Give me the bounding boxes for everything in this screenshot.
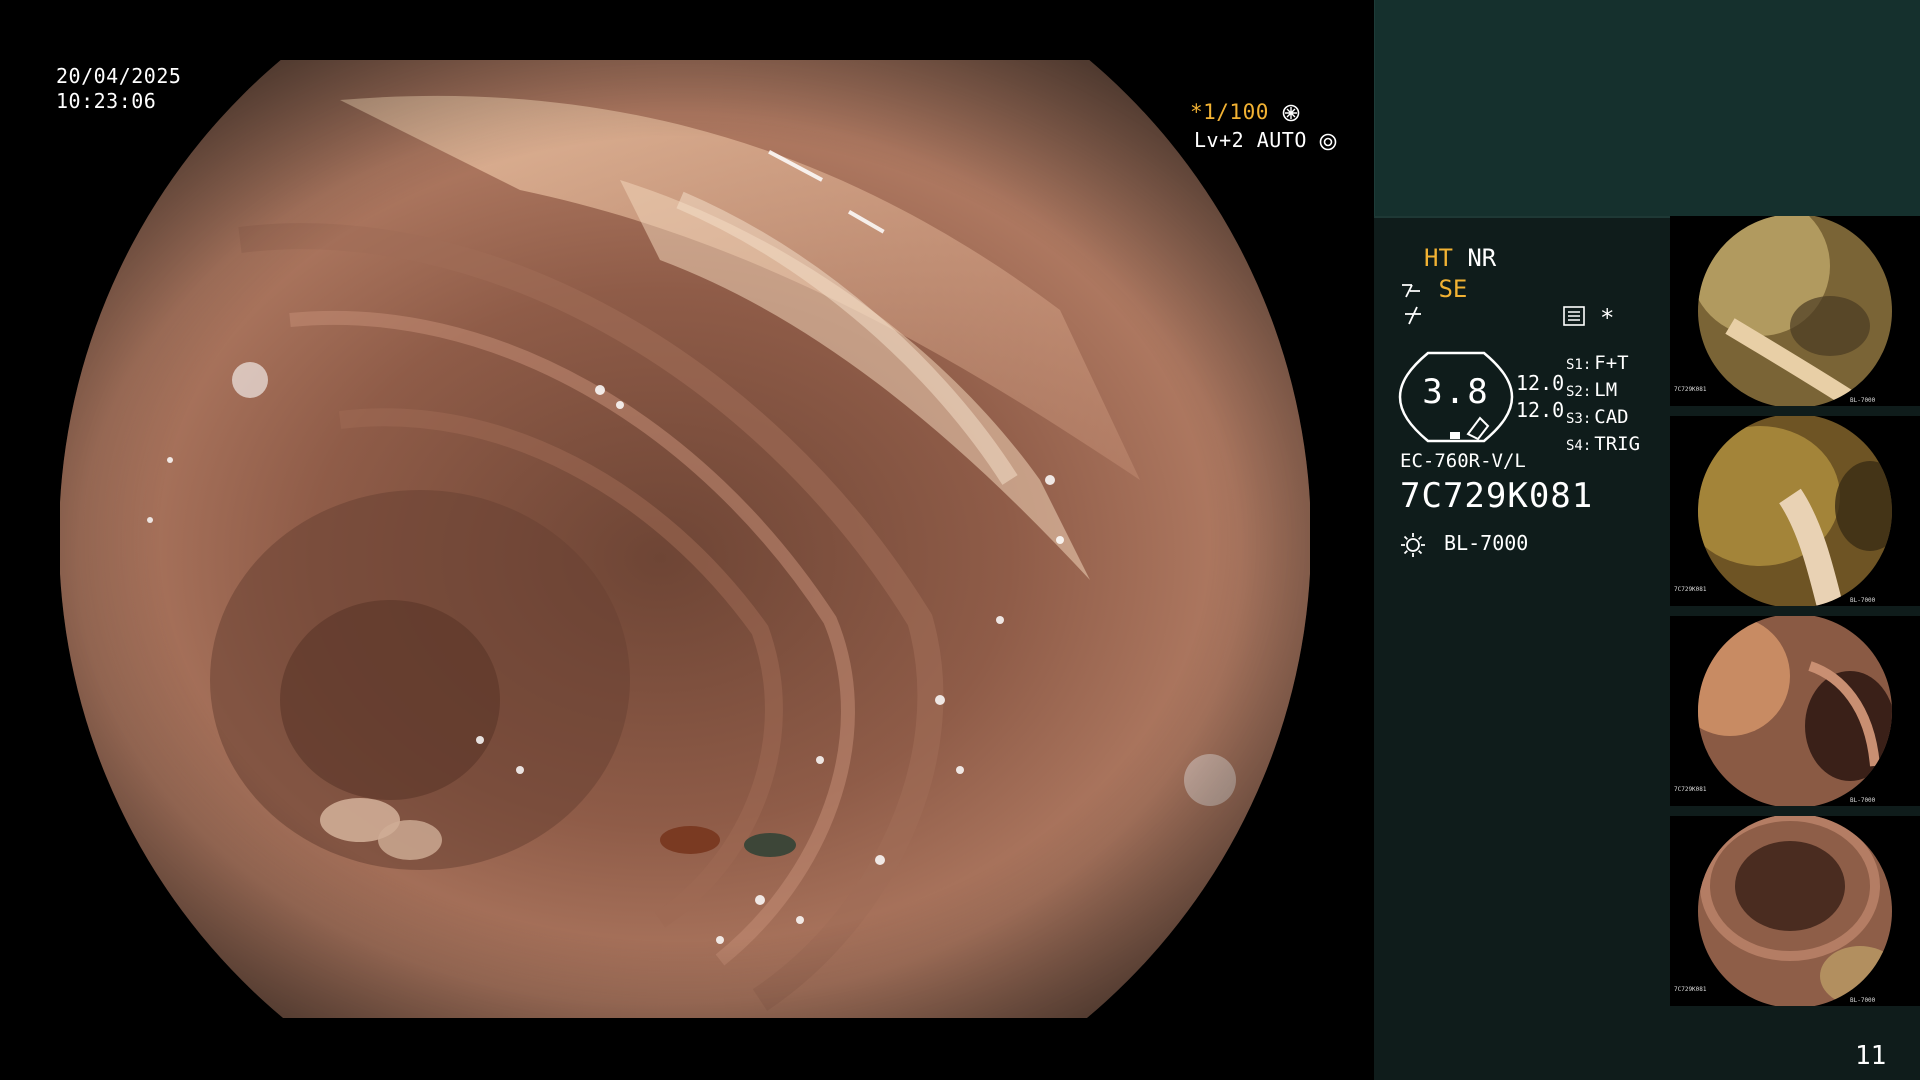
structure-enhance-icon — [1402, 284, 1420, 298]
thumbnail-3[interactable]: 7C729K081 BL-7000 — [1670, 616, 1920, 806]
menu-icon — [1563, 306, 1585, 326]
info-panel-header — [1374, 0, 1920, 216]
se-label: SE — [1438, 275, 1468, 303]
thumbnail-light: BL-7000 — [1850, 597, 1876, 604]
page-number: 11 — [1855, 1041, 1887, 1071]
se-status: SE — [1400, 275, 1467, 303]
switch-slot: S1: F+T — [1566, 352, 1629, 374]
switch-slot: S2: LM — [1566, 379, 1618, 401]
switch-slot: S3: CAD — [1566, 406, 1629, 428]
switch-assignments: S1: F+T S2: LM S3: CAD S4: TRIG — [1566, 351, 1640, 459]
date-time-readout: 20/04/2025 10:23:06 — [56, 64, 181, 114]
colon-lumen-image — [60, 60, 1310, 1018]
endoscope-live-view — [60, 60, 1310, 1018]
thumbnail-serial: 7C729K081 — [1674, 786, 1707, 793]
light-source: BL-7000 — [1400, 531, 1528, 558]
star-indicator: * — [1600, 304, 1615, 332]
switch-slot: S4: TRIG — [1566, 433, 1641, 455]
shutter-text: *1/100 — [1190, 100, 1269, 124]
ht-nr-status: HT NR — [1424, 244, 1496, 272]
ratio-values: 12.0 12.0 — [1516, 370, 1564, 424]
date-text: 20/04/2025 — [56, 64, 182, 88]
thumbnail-light: BL-7000 — [1850, 997, 1876, 1004]
thumbnail-light: BL-7000 — [1850, 797, 1876, 804]
thumbnail-2[interactable]: 7C729K081 BL-7000 — [1670, 416, 1920, 606]
ratio-value-2: 12.0 — [1516, 398, 1565, 422]
menu-indicator — [1563, 306, 1585, 330]
freeze-status — [1402, 304, 1424, 330]
thumbnail-1[interactable]: 7C729K081 BL-7000 — [1670, 216, 1920, 406]
endoscopy-screen: 20/04/2025 10:23:06 *1/100 Lv+2 AUTO HT … — [0, 0, 1920, 1080]
auto-iris-icon — [1320, 133, 1337, 150]
thumbnail-serial: 7C729K081 — [1674, 986, 1707, 993]
thumbnail-light: BL-7000 — [1850, 397, 1876, 404]
ht-label: HT — [1424, 244, 1453, 272]
thumbnail-serial: 7C729K081 — [1674, 386, 1707, 393]
brightness-level-readout: Lv+2 AUTO — [1194, 128, 1337, 152]
time-text: 10:23:06 — [56, 89, 157, 113]
nr-label: NR — [1467, 244, 1497, 272]
zoom-value: 3.8 — [1422, 372, 1490, 412]
thumbnail-4[interactable]: 7C729K081 BL-7000 — [1670, 816, 1920, 1006]
freeze-icon — [1405, 306, 1421, 325]
scope-serial: 7C729K081 — [1400, 476, 1594, 516]
shutter-mode-icon — [1282, 104, 1300, 122]
ratio-value-1: 12.0 — [1516, 371, 1565, 395]
light-source-text: BL-7000 — [1444, 531, 1529, 555]
lamp-icon — [1401, 532, 1425, 557]
thumbnail-serial: 7C729K081 — [1674, 586, 1707, 593]
level-text: Lv+2 AUTO — [1194, 128, 1307, 152]
scope-model: EC-760R-V/L — [1400, 450, 1526, 472]
